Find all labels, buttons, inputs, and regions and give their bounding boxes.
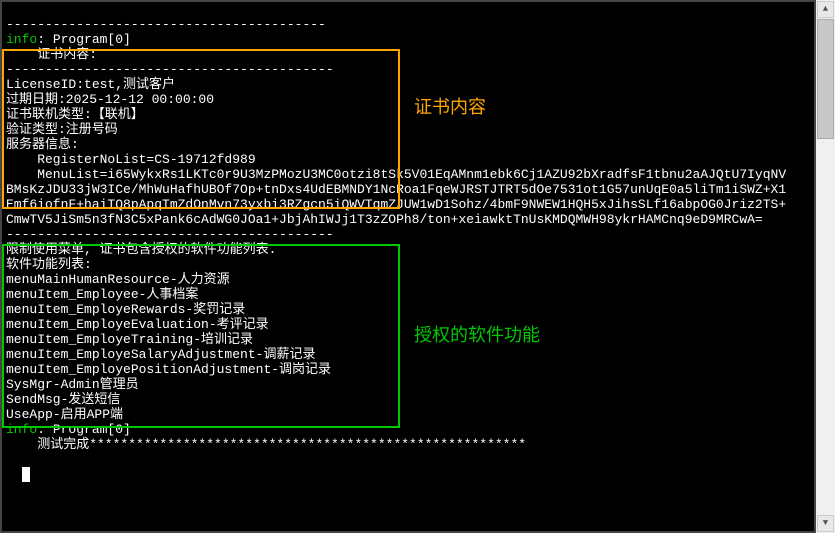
divider-line: ----------------------------------------… — [6, 17, 326, 32]
server-info-label: 服务器信息: — [6, 137, 79, 152]
feature-line: UseApp-启用APP端 — [6, 407, 123, 422]
scroll-up-button[interactable]: ▲ — [817, 1, 834, 18]
feature-line: menuItem_Employee-人事档案 — [6, 287, 198, 302]
vertical-scrollbar[interactable]: ▲ ▼ — [816, 0, 835, 533]
annotation-label-license: 证书内容 — [414, 100, 486, 115]
feature-line: menuItem_EmployeRewards-奖罚记录 — [6, 302, 245, 317]
menu-list-line: CmwTV5JiSm5n3fN3C5xPank6cAdWG0JOa1+JbjAh… — [6, 212, 763, 227]
menu-list-line: Emf6iofnF+haiTQ8pApqTmZdOnMvn73yxbi3RZgc… — [6, 197, 786, 212]
annotation-label-features: 授权的软件功能 — [414, 328, 540, 343]
feature-line: menuMainHumanResource-人力资源 — [6, 272, 230, 287]
lic-type-line: 证书联机类型:【联机】 — [6, 107, 144, 122]
divider-line: ----------------------------------------… — [6, 227, 334, 242]
license-id-line: LicenseID:test,测试客户 — [6, 77, 175, 92]
license-content-label: 证书内容: — [6, 47, 97, 62]
feature-line: menuItem_EmployeTraining-培训记录 — [6, 332, 253, 347]
feature-line: SysMgr-Admin管理员 — [6, 377, 139, 392]
program-footer: Program[0] — [53, 422, 131, 437]
scroll-down-button[interactable]: ▼ — [817, 515, 834, 532]
program-header: Program[0] — [53, 32, 131, 47]
expire-line: 过期日期:2025-12-12 00:00:00 — [6, 92, 214, 107]
menu-list-line: BMsKzJDU33jW3ICe/MhWuHafhUBOf7Op+tnDxs4U… — [6, 182, 786, 197]
divider-line: ----------------------------------------… — [6, 62, 334, 77]
verify-type-line: 验证类型:注册号码 — [6, 122, 118, 137]
log-level: info — [6, 32, 37, 47]
terminal-window: ----------------------------------------… — [0, 0, 816, 533]
menu-list-line: MenuList=i65WykxRs1LKTc0r9U3MzPMozU3MC0o… — [6, 167, 786, 182]
feature-list-label: 软件功能列表: — [6, 257, 92, 272]
feature-line: menuItem_EmployeEvaluation-考评记录 — [6, 317, 269, 332]
test-done-line: 测试完成************************************… — [6, 437, 526, 452]
register-no-line: RegisterNoList=CS-19712fd989 — [6, 152, 256, 167]
scrollbar-thumb[interactable] — [817, 19, 834, 139]
feature-line: SendMsg-发送短信 — [6, 392, 120, 407]
log-level: info — [6, 422, 37, 437]
restrict-line: 限制使用菜单, 证书包含授权的软件功能列表. — [6, 242, 276, 257]
feature-line: menuItem_EmployeSalaryAdjustment-调薪记录 — [6, 347, 315, 362]
cursor — [22, 467, 30, 482]
feature-line: menuItem_EmployePositionAdjustment-调岗记录 — [6, 362, 331, 377]
